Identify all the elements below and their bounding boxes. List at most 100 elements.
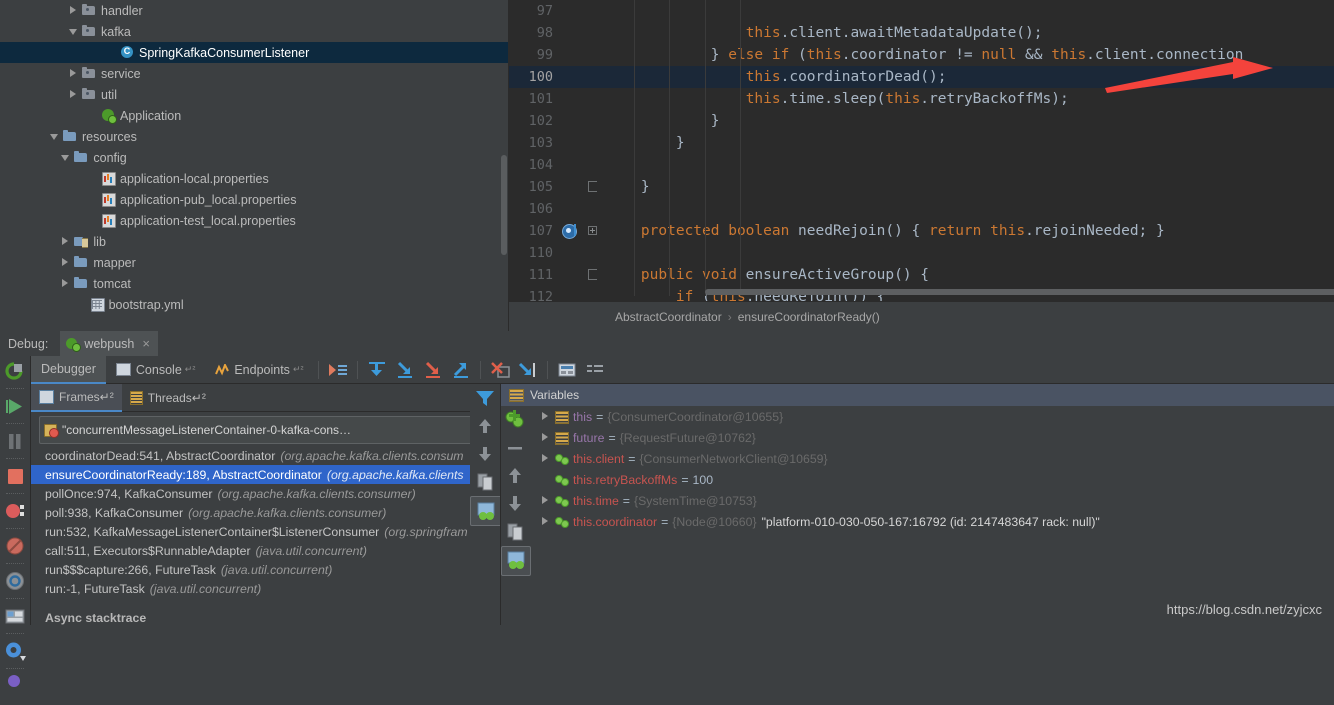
- gutter-marker-area[interactable]: [560, 66, 582, 88]
- project-tree-panel[interactable]: handler kafka SpringKafkaConsumerListener s…: [0, 0, 509, 331]
- mute-breakpoints-button[interactable]: [0, 531, 30, 562]
- remove-watch-button[interactable]: [501, 434, 529, 462]
- line-number[interactable]: 98: [509, 25, 560, 41]
- chevron-right-icon[interactable]: [69, 90, 78, 99]
- gutter-marker-area[interactable]: [560, 132, 582, 154]
- line-number[interactable]: 105: [509, 179, 560, 195]
- breadcrumb[interactable]: AbstractCoordinator › ensureCoordinatorR…: [509, 301, 1334, 331]
- stack-frame-row[interactable]: ensureCoordinatorReady:189, AbstractCoor…: [31, 465, 500, 484]
- line-number[interactable]: 110: [509, 245, 560, 261]
- view-breakpoints-button[interactable]: [0, 496, 30, 527]
- fold-toggle-icon[interactable]: [582, 264, 604, 286]
- variable-row[interactable]: this.time = {SystemTime@10753}: [529, 490, 1334, 511]
- close-icon[interactable]: ×: [142, 336, 150, 351]
- line-number[interactable]: 99: [509, 47, 560, 63]
- line-number[interactable]: 100: [509, 69, 560, 85]
- code-line-106[interactable]: 106: [509, 198, 1334, 220]
- line-number[interactable]: 103: [509, 135, 560, 151]
- variable-row[interactable]: this.coordinator = {Node@10660} "platform-0…: [529, 511, 1334, 532]
- watch-up-button[interactable]: [501, 462, 529, 490]
- stack-frame-row[interactable]: coordinatorDead:541, AbstractCoordinator…: [31, 446, 500, 465]
- fold-toggle-icon[interactable]: [582, 220, 604, 242]
- frames-tab-frames[interactable]: Frames ↵²: [31, 383, 122, 412]
- variable-row[interactable]: this.retryBackoffMs = 100: [529, 469, 1334, 490]
- drop-frame-button[interactable]: [487, 359, 513, 381]
- gutter-marker-area[interactable]: [560, 154, 582, 176]
- stack-frame-row[interactable]: pollOnce:974, KafkaConsumer (org.apache.k…: [31, 484, 500, 503]
- gutter-marker-area[interactable]: [560, 44, 582, 66]
- stack-frame-row[interactable]: run$$$capture:266, FutureTask (java.util.…: [31, 560, 500, 579]
- code-line-102[interactable]: 102 }: [509, 110, 1334, 132]
- chevron-right-icon[interactable]: [69, 6, 78, 15]
- chevron-down-icon[interactable]: [69, 27, 78, 36]
- help-button[interactable]: [0, 671, 30, 702]
- tree-item-bootstrap-yml[interactable]: bootstrap.yml: [0, 294, 509, 315]
- stack-frame-list[interactable]: coordinatorDead:541, AbstractCoordinator…: [31, 446, 500, 625]
- show-execution-point-button[interactable]: [325, 359, 351, 381]
- code-editor[interactable]: 97 98 this.client.awaitMetadataUpdate(); 9…: [509, 0, 1334, 331]
- settings-gear-button[interactable]: [0, 636, 30, 667]
- variables-list[interactable]: this = {ConsumerCoordinator@10655} future ={…: [529, 406, 1334, 625]
- move-down-button[interactable]: [470, 440, 500, 468]
- tree-item-lib[interactable]: lib: [0, 231, 509, 252]
- stack-frame-row[interactable]: poll:938, KafkaConsumer (org.apache.kafka…: [31, 503, 500, 522]
- gutter-marker-area[interactable]: [560, 264, 582, 286]
- breadcrumb-method[interactable]: ensureCoordinatorReady(): [738, 310, 880, 324]
- fold-toggle-icon[interactable]: [582, 176, 604, 198]
- filter-button[interactable]: [470, 384, 500, 412]
- tab-debugger[interactable]: Debugger: [31, 355, 106, 384]
- variable-row[interactable]: this = {ConsumerCoordinator@10655}: [529, 406, 1334, 427]
- tree-item-kafka[interactable]: kafka: [0, 21, 509, 42]
- chevron-down-icon[interactable]: [61, 153, 70, 162]
- tab-endpoints[interactable]: Endpoints ↵²: [205, 357, 313, 383]
- gutter-marker-area[interactable]: [560, 176, 582, 198]
- frames-panel[interactable]: Frames ↵² Threads ↵² "concurrentMessageList…: [31, 383, 500, 625]
- frames-tab-threads[interactable]: Threads ↵²: [122, 385, 214, 411]
- debug-run-toolbar[interactable]: [0, 356, 31, 687]
- pause-program-button[interactable]: [0, 426, 30, 457]
- code-line-97[interactable]: 97: [509, 0, 1334, 22]
- variables-side-toolbar[interactable]: [501, 406, 531, 625]
- async-stacktrace-label[interactable]: Async stacktrace: [45, 611, 146, 625]
- frames-side-toolbar[interactable]: [470, 384, 502, 625]
- stop-button[interactable]: [0, 461, 30, 492]
- tree-item-service[interactable]: service: [0, 63, 509, 84]
- code-line-104[interactable]: 104: [509, 154, 1334, 176]
- new-watch-button[interactable]: [501, 406, 529, 434]
- copy-value-button[interactable]: [501, 518, 529, 546]
- chevron-right-icon[interactable]: [61, 237, 70, 246]
- line-number[interactable]: 97: [509, 3, 560, 19]
- stack-frame-row[interactable]: call:511, Executors$RunnableAdapter (java…: [31, 541, 500, 560]
- chevron-right-icon[interactable]: [69, 69, 78, 78]
- project-tree-scrollbar[interactable]: [501, 155, 507, 255]
- line-number[interactable]: 106: [509, 201, 560, 217]
- evaluate-expression-button[interactable]: [554, 359, 580, 381]
- step-over-button[interactable]: [364, 359, 390, 381]
- tree-item-application-test-local-properties[interactable]: application-test_local.properties: [0, 210, 509, 231]
- line-number[interactable]: 101: [509, 91, 560, 107]
- line-number[interactable]: 107: [509, 223, 560, 239]
- variables-restore-button[interactable]: [501, 546, 531, 576]
- gutter-marker-area[interactable]: [560, 0, 582, 22]
- code-line-105[interactable]: 105 }: [509, 176, 1334, 198]
- tree-item-handler[interactable]: handler: [0, 0, 509, 21]
- chevron-right-icon[interactable]: [537, 430, 553, 446]
- thread-selector[interactable]: "concurrentMessageListenerContainer-0-ka…: [39, 416, 494, 444]
- copy-stack-button[interactable]: [470, 468, 500, 496]
- frames-tab-strip[interactable]: Frames ↵² Threads ↵²: [31, 383, 500, 412]
- chevron-right-icon[interactable]: [61, 258, 70, 267]
- watch-down-button[interactable]: [501, 490, 529, 518]
- project-tree-list[interactable]: handler kafka SpringKafkaConsumerListener s…: [0, 0, 509, 315]
- tree-item-util[interactable]: util: [0, 84, 509, 105]
- debugger-settings-button[interactable]: [0, 566, 30, 597]
- breakpoint-icon[interactable]: [560, 220, 582, 242]
- chevron-right-icon[interactable]: [537, 409, 553, 425]
- code-line-100[interactable]: 100 this.coordinatorDead();: [509, 66, 1334, 88]
- stack-frame-row[interactable]: run:-1, FutureTask (java.util.concurrent): [31, 579, 500, 598]
- rerun-button[interactable]: [0, 356, 30, 387]
- chevron-right-icon[interactable]: [537, 493, 553, 509]
- move-up-button[interactable]: [470, 412, 500, 440]
- chevron-right-icon[interactable]: [537, 451, 553, 467]
- chevron-down-icon[interactable]: [50, 132, 59, 141]
- step-out-button[interactable]: [448, 359, 474, 381]
